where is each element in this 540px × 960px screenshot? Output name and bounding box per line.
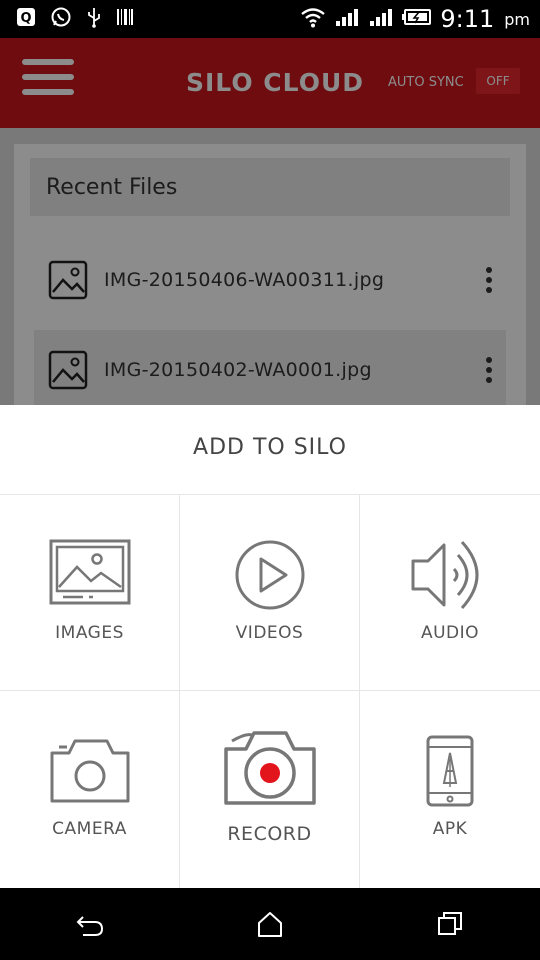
dim-overlay[interactable] [0,38,540,405]
add-options-grid: IMAGES VIDEOS AUDIO CAMERA RECORD APK [0,494,540,888]
barcode-icon [116,7,134,31]
record-camera-icon [223,731,316,805]
status-bar: Q 9:11 pm [0,0,540,38]
home-icon [258,912,282,937]
option-camera[interactable]: CAMERA [0,690,180,888]
option-label: VIDEOS [235,623,304,643]
option-label: IMAGES [55,623,124,643]
option-record[interactable]: RECORD [180,690,360,888]
back-icon [76,916,104,936]
q-app-icon: Q [16,7,36,31]
recents-button[interactable] [400,894,500,954]
camera-icon [50,739,129,803]
apk-phone-icon [426,735,474,807]
wifi-icon [300,6,326,32]
option-videos[interactable]: VIDEOS [180,494,360,690]
option-label: CAMERA [52,819,127,839]
speaker-icon [411,540,479,610]
add-to-silo-sheet: ADD TO SILO IMAGES VIDEOS AUDIO CAMERA R… [0,405,540,888]
option-label: AUDIO [420,623,480,643]
clock-ampm: pm [504,9,530,29]
back-button[interactable] [40,894,140,954]
option-apk[interactable]: APK [360,690,540,888]
recents-icon [438,912,462,935]
svg-text:Q: Q [20,11,31,26]
sheet-title: ADD TO SILO [193,435,347,460]
signal-icon [334,7,360,31]
system-nav-bar [0,888,540,960]
clock-time: 9:11 [440,5,495,33]
battery-icon [402,8,432,30]
option-label: RECORD [227,823,312,845]
usb-icon [86,6,102,32]
images-icon [49,539,130,605]
video-play-icon [235,540,304,610]
option-audio[interactable]: AUDIO [360,494,540,690]
signal-icon-2 [368,7,394,31]
option-images[interactable]: IMAGES [0,494,180,690]
whatsapp-icon [50,6,72,32]
option-label: APK [432,819,468,839]
home-button[interactable] [220,894,320,954]
